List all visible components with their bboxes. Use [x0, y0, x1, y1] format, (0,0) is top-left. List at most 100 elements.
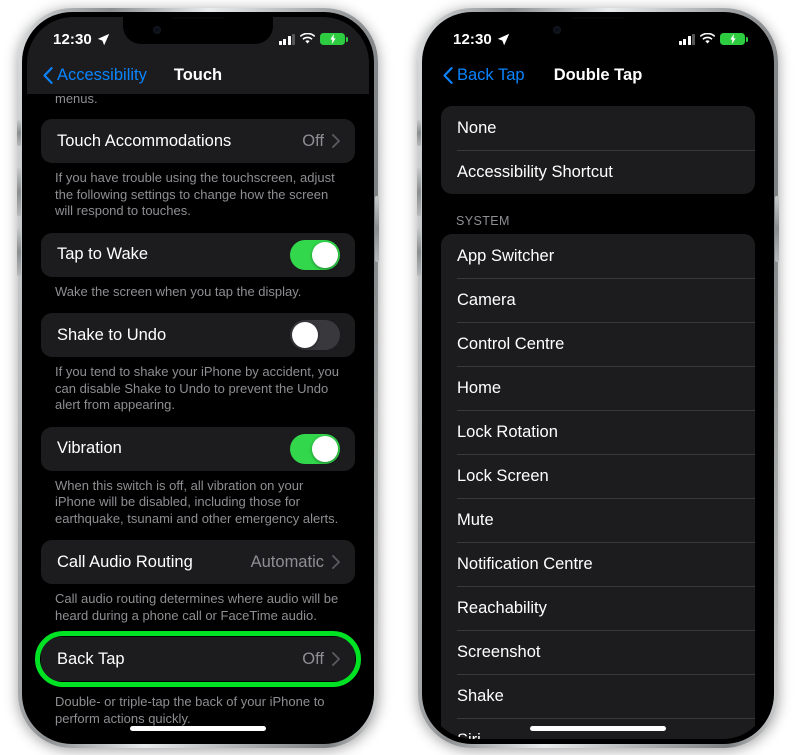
iphone-device-right: 12:30 Back Tap Double Tap None Accessibi…	[417, 8, 779, 748]
row-label: Lock Rotation	[457, 422, 558, 441]
home-indicator-right[interactable]	[530, 726, 666, 731]
screenshot-stage: 12:30 Accessibility Touch menus. Touch A…	[0, 0, 800, 755]
row-label: Siri	[457, 731, 740, 740]
toggle-knob	[312, 435, 338, 462]
row-camera[interactable]: Camera	[441, 278, 755, 322]
location-arrow-icon	[497, 33, 510, 45]
front-camera-icon	[153, 26, 161, 34]
volume-down-button[interactable]	[17, 228, 21, 276]
group-vibration: Vibration	[41, 426, 355, 471]
group-call-audio-routing: Call Audio Routing Automatic	[41, 540, 355, 584]
volume-up-button[interactable]	[17, 168, 21, 216]
toggle-vibration[interactable]	[290, 433, 340, 464]
toggle-shake-to-undo[interactable]	[290, 320, 340, 350]
row-label: Camera	[457, 290, 516, 309]
front-camera-icon	[553, 26, 561, 34]
status-bar-time-group: 12:30	[453, 27, 510, 48]
location-arrow-icon	[97, 33, 110, 45]
row-back-tap[interactable]: Back Tap Off	[41, 637, 355, 681]
row-shake[interactable]: Shake	[441, 674, 755, 718]
status-time: 12:30	[453, 30, 492, 48]
row-shake-to-undo[interactable]: Shake to Undo	[41, 313, 355, 357]
caption-back-tap: Double- or triple-tap the back of your i…	[55, 694, 325, 726]
volume-down-button[interactable]	[417, 228, 421, 276]
row-value: Off	[302, 131, 324, 150]
settings-scroll-view-left[interactable]: menus. Touch Accommodations Off If you h…	[27, 94, 369, 739]
power-button[interactable]	[375, 196, 379, 262]
back-button-accessibility[interactable]: Accessibility	[43, 66, 147, 85]
row-label: Shake to Undo	[57, 325, 167, 344]
mute-switch-button[interactable]	[417, 120, 421, 146]
row-value: Off	[302, 649, 324, 668]
caption-shake-to-undo: If you tend to shake your iPhone by acci…	[55, 364, 340, 412]
device-screen-left: 12:30 Accessibility Touch menus. Touch A…	[27, 17, 369, 739]
status-time: 12:30	[53, 30, 92, 48]
row-home[interactable]: Home	[441, 366, 755, 410]
row-label: Vibration	[57, 439, 122, 457]
back-button-label: Accessibility	[57, 66, 147, 84]
row-label: Tap to Wake	[57, 245, 149, 263]
row-label: App Switcher	[457, 246, 555, 265]
mute-switch-button[interactable]	[17, 120, 21, 146]
row-call-audio-routing[interactable]: Call Audio Routing Automatic	[41, 540, 355, 584]
group-none-shortcut: None Accessibility Shortcut	[441, 106, 755, 194]
status-bar-indicators	[678, 29, 748, 46]
group-back-tap: Back Tap Off	[41, 637, 355, 681]
group-touch-accommodations: Touch Accommodations Off	[41, 119, 355, 163]
partial-caption-text: menus.	[55, 94, 98, 106]
group-shake-to-undo: Shake to Undo	[41, 313, 355, 357]
group-tap-to-wake: Tap to Wake	[41, 232, 355, 277]
back-button-label: Back Tap	[457, 66, 525, 84]
battery-charging-icon	[720, 32, 748, 46]
volume-up-button[interactable]	[417, 168, 421, 216]
device-bezel-right: 12:30 Back Tap Double Tap None Accessibi…	[422, 12, 774, 744]
wifi-icon	[300, 33, 315, 44]
home-indicator-left[interactable]	[130, 726, 266, 731]
row-tap-to-wake[interactable]: Tap to Wake	[41, 233, 355, 277]
cellular-signal-icon	[278, 33, 295, 45]
back-tap-highlight-wrapper: Back Tap Off	[27, 631, 369, 687]
device-screen-right: 12:30 Back Tap Double Tap None Accessibi…	[427, 17, 769, 739]
chevron-right-icon	[332, 134, 340, 148]
row-label: Accessibility Shortcut	[457, 162, 613, 181]
toggle-tap-to-wake[interactable]	[290, 239, 340, 270]
row-accessibility-shortcut[interactable]: Accessibility Shortcut	[441, 150, 755, 194]
row-none[interactable]: None	[441, 106, 755, 150]
row-app-switcher[interactable]: App Switcher	[441, 234, 755, 278]
device-bezel-left: 12:30 Accessibility Touch menus. Touch A…	[22, 12, 374, 744]
earpiece-speaker-icon	[571, 17, 625, 19]
row-reachability[interactable]: Reachability	[441, 586, 755, 630]
chevron-right-icon	[332, 652, 340, 666]
caption-tap-to-wake: Wake the screen when you tap the display…	[55, 283, 302, 299]
row-control-centre[interactable]: Control Centre	[441, 322, 755, 366]
row-label: Back Tap	[57, 649, 125, 668]
battery-charging-icon	[320, 32, 348, 46]
row-touch-accommodations[interactable]: Touch Accommodations Off	[41, 119, 355, 163]
row-label: Home	[457, 378, 502, 397]
row-label: Touch Accommodations	[57, 131, 232, 150]
back-button-back-tap[interactable]: Back Tap	[443, 66, 525, 85]
double-tap-scroll-view[interactable]: None Accessibility Shortcut SYSTEM App S…	[427, 94, 769, 739]
row-label: Call Audio Routing	[57, 552, 193, 571]
notch	[523, 17, 673, 44]
power-button[interactable]	[775, 196, 779, 262]
row-mute[interactable]: Mute	[441, 498, 755, 542]
row-vibration[interactable]: Vibration	[41, 427, 355, 471]
row-value: Automatic	[250, 552, 324, 571]
caption-vibration: When this switch is off, all vibration o…	[55, 477, 339, 526]
cellular-signal-icon	[678, 33, 695, 45]
row-notification-centre[interactable]: Notification Centre	[441, 542, 755, 586]
iphone-device-left: 12:30 Accessibility Touch menus. Touch A…	[17, 8, 379, 748]
row-label: Control Centre	[457, 334, 565, 353]
toggle-knob	[292, 322, 318, 348]
caption-touch-accommodations: If you have trouble using the touchscree…	[55, 170, 335, 218]
notch	[123, 17, 273, 44]
row-label: Shake	[457, 686, 504, 705]
chevron-right-icon	[332, 555, 340, 569]
wifi-icon	[700, 33, 715, 44]
row-screenshot[interactable]: Screenshot	[441, 630, 755, 674]
toggle-knob	[312, 241, 338, 268]
row-label: None	[457, 118, 497, 137]
row-lock-screen[interactable]: Lock Screen	[441, 454, 755, 498]
row-lock-rotation[interactable]: Lock Rotation	[441, 410, 755, 454]
